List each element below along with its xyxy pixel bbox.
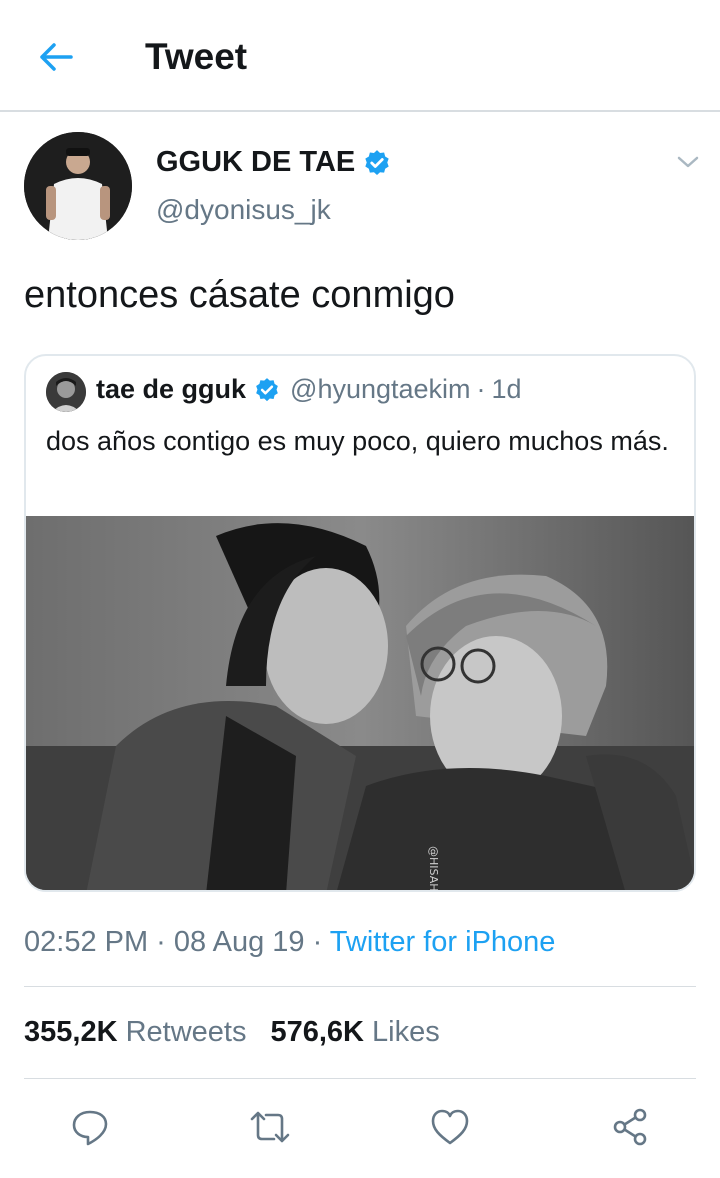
likes-stat[interactable]: 576,6K Likes — [270, 1016, 439, 1049]
retweets-label: Retweets — [125, 1016, 247, 1048]
divider — [24, 1078, 696, 1079]
reply-button[interactable] — [65, 1102, 115, 1152]
tweet-actions-bar — [0, 1102, 720, 1152]
arrow-left-icon — [40, 43, 73, 71]
quoted-author-avatar — [46, 372, 86, 412]
quoted-tweet-photo[interactable]: @HISAH7HUN — [26, 516, 694, 892]
back-button[interactable] — [30, 34, 82, 80]
tweet-stats: 355,2K Retweets 576,6K Likes — [24, 1016, 440, 1049]
author-avatar[interactable] — [24, 132, 132, 240]
quoted-handle: @hyungtaekim — [290, 374, 471, 404]
likes-count: 576,6K — [270, 1016, 364, 1048]
quoted-tweet-card[interactable]: tae de gguk @hyungtaekim · 1d dos años c… — [24, 354, 696, 892]
tweet-text: entonces cásate conmigo — [24, 274, 455, 316]
photo-watermark: @HISAH7HUN — [427, 846, 440, 892]
quoted-tweet-header: tae de gguk @hyungtaekim · 1d — [96, 374, 522, 405]
like-button[interactable] — [425, 1102, 475, 1152]
likes-label: Likes — [372, 1016, 440, 1048]
reply-icon — [72, 1110, 108, 1146]
more-options-button[interactable] — [672, 148, 704, 176]
retweets-count: 355,2K — [24, 1016, 118, 1048]
verified-badge-icon — [256, 377, 278, 401]
heart-icon — [431, 1109, 469, 1145]
quoted-tweet-text: dos años contigo es muy poco, quiero muc… — [46, 426, 669, 456]
share-button[interactable] — [605, 1102, 655, 1152]
verified-badge-icon — [365, 149, 389, 175]
retweets-stat[interactable]: 355,2K Retweets — [24, 1016, 246, 1049]
tweet-timestamp-row: 02:52 PM · 08 Aug 19 · Twitter for iPhon… — [24, 926, 555, 959]
author-handle[interactable]: @dyonisus_jk — [156, 194, 331, 226]
author-display-name: GGUK DE TAE — [156, 146, 356, 178]
retweet-button[interactable] — [245, 1102, 295, 1152]
divider — [24, 986, 696, 987]
retweet-icon — [250, 1111, 290, 1143]
quoted-time: 1d — [491, 374, 522, 404]
quoted-display-name: tae de gguk — [96, 374, 247, 404]
quoted-meta-separator: · — [476, 374, 486, 404]
page-title: Tweet — [145, 36, 248, 77]
top-bar: Tweet — [0, 0, 720, 112]
author-name-row[interactable]: GGUK DE TAE — [156, 146, 391, 179]
tweet-source-link[interactable]: Twitter for iPhone — [330, 926, 556, 958]
chevron-down-icon — [677, 156, 699, 168]
share-icon — [613, 1108, 647, 1146]
tweet-timestamp: 02:52 PM · 08 Aug 19 · — [24, 926, 330, 958]
